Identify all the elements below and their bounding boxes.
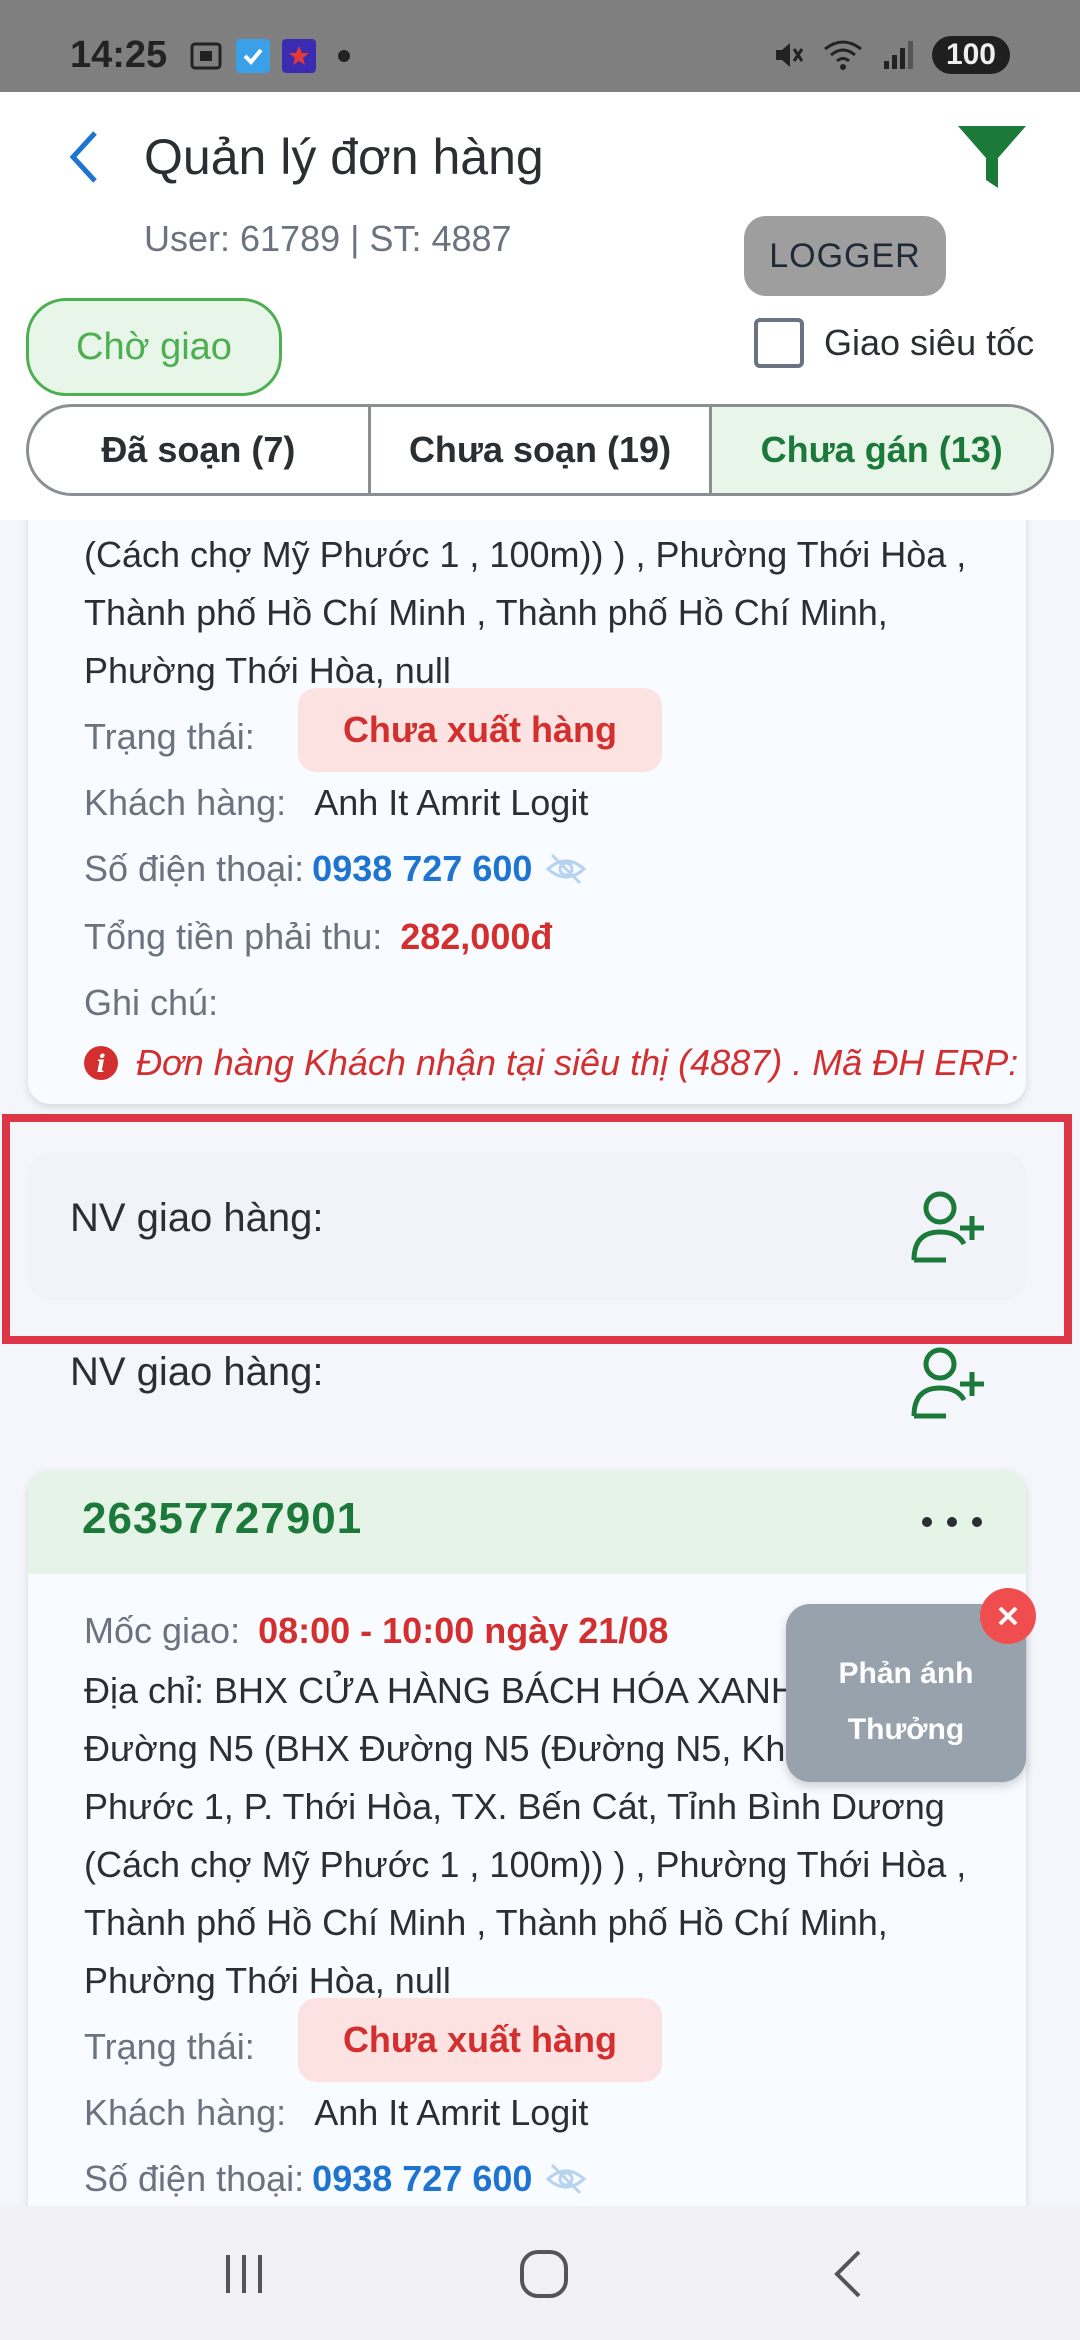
status-badge: Chưa xuất hàng — [298, 688, 662, 772]
page-title: Quản lý đơn hàng — [144, 129, 544, 185]
chevron-left-icon — [69, 131, 97, 183]
customer-row: Khách hàng: Anh It Amrit Logit — [84, 782, 588, 824]
home-icon — [520, 2250, 568, 2298]
reward-line: Thưởng — [847, 1713, 965, 1746]
customer-name: Anh It Amrit Logit — [314, 2092, 589, 2133]
status-label: Trạng thái: — [84, 2026, 255, 2067]
check-app-icon — [236, 39, 270, 73]
mute-icon — [775, 43, 804, 67]
address-line: Đường N5 (BHX Đường N5 (Đường N5, Kh — [84, 1728, 786, 1769]
status-badge: Chưa xuất hàng — [298, 1998, 662, 2082]
order-card[interactable]: 26357727901 Mốc giao: 08:00 - 10:00 ngày… — [28, 1470, 1026, 2206]
filter-button[interactable] — [952, 116, 1032, 196]
phone-label: Số điện thoại: — [84, 2158, 305, 2199]
note-label: Ghi chú: — [84, 982, 219, 1023]
phone-label: Số điện thoại: — [84, 848, 305, 889]
status-time: 14:25 — [70, 34, 168, 76]
assign-staff-row: NV giao hàng: — [28, 1320, 1026, 1440]
home-button[interactable] — [494, 2242, 594, 2306]
status-label: Trạng thái: — [84, 716, 255, 757]
express-delivery-toggle[interactable]: Giao siêu tốc — [754, 318, 1034, 368]
add-staff-button[interactable] — [906, 1342, 996, 1422]
app-header: Quản lý đơn hàng User: 61789 | ST: 4887 … — [0, 92, 1080, 532]
note-text: Đơn hàng Khách nhận tại siêu thị (4887) … — [136, 1042, 1019, 1083]
order-header: 26357727901 — [28, 1470, 1026, 1574]
total-amount: 282,000đ — [400, 916, 553, 957]
recent-apps-icon — [226, 2255, 262, 2293]
delivery-staff-label: NV giao hàng: — [70, 1350, 324, 1394]
delivery-staff-label: NV giao hàng: — [70, 1196, 324, 1240]
eye-off-icon[interactable] — [544, 851, 588, 887]
back-icon — [834, 2250, 861, 2298]
express-delivery-checkbox[interactable] — [754, 318, 804, 368]
add-user-icon — [911, 1191, 984, 1263]
notification-icons — [188, 38, 350, 74]
address-line: Phước 1, P. Thới Hòa, TX. Bến Cát, Tỉnh … — [84, 1786, 945, 1827]
order-id[interactable]: 26357727901 — [82, 1494, 362, 1544]
add-staff-button[interactable] — [906, 1186, 996, 1266]
address-line: Thành phố Hồ Chí Minh , Thành phố Hồ Chí… — [84, 1902, 888, 1943]
wifi-icon — [824, 40, 862, 70]
phone-row: Số điện thoại: 0938 727 600 — [84, 848, 588, 890]
info-icon: i — [84, 1046, 118, 1080]
back-button[interactable] — [58, 122, 108, 192]
battery-indicator: 100 — [931, 36, 1010, 74]
feedback-line: Phản ánh — [838, 1657, 974, 1690]
add-user-icon — [911, 1347, 984, 1419]
feedback-reward-label: Phản ánh Thưởng — [786, 1646, 1026, 1758]
total-label: Tổng tiền phải thu: — [84, 916, 383, 957]
deadline-label: Mốc giao: — [84, 1610, 241, 1651]
more-notifications-icon — [338, 50, 350, 62]
address-line: Phường Thới Hòa, null — [84, 1960, 451, 2001]
address-line: (Cách chợ Mỹ Phước 1 , 100m)) ) , Phường… — [84, 1844, 967, 1885]
address-line: Thành phố Hồ Chí Minh , Thành phố Hồ Chí… — [84, 592, 888, 633]
assign-staff-row: NV giao hàng: — [28, 1152, 1026, 1300]
customer-row: Khách hàng: Anh It Amrit Logit — [84, 2092, 588, 2134]
pending-delivery-chip[interactable]: Chờ giao — [26, 298, 282, 396]
tab-prepared[interactable]: Đã soạn (7) — [29, 407, 371, 493]
order-list[interactable]: (Cách chợ Mỹ Phước 1 , 100m)) ) , Phường… — [0, 520, 1080, 2206]
phone-row: Số điện thoại: 0938 727 600 — [84, 2158, 588, 2200]
customer-label: Khách hàng: — [84, 2092, 287, 2133]
note-row: i Đơn hàng Khách nhận tại siêu thị (4887… — [84, 1042, 1018, 1084]
phone-number[interactable]: 0938 727 600 — [312, 848, 532, 890]
address-line: (Cách chợ Mỹ Phước 1 , 100m)) ) , Phường… — [84, 534, 967, 575]
system-back-button[interactable] — [798, 2242, 898, 2306]
status-bar: 14:25 100 — [0, 0, 1080, 92]
close-icon — [998, 1606, 1018, 1626]
express-delivery-label: Giao siêu tốc — [824, 322, 1035, 363]
customer-label: Khách hàng: — [84, 782, 287, 823]
system-nav-bar — [0, 2206, 1080, 2340]
close-widget-button[interactable] — [980, 1588, 1036, 1644]
order-card[interactable]: (Cách chợ Mỹ Phước 1 , 100m)) ) , Phường… — [28, 520, 1026, 1104]
star-app-icon — [282, 39, 316, 73]
user-store-info: User: 61789 | ST: 4887 — [144, 218, 512, 259]
address-line: Địa chỉ: BHX CỬA HÀNG BÁCH HÓA XANH — [84, 1670, 797, 1711]
logger-button[interactable]: LOGGER — [744, 216, 946, 296]
tab-not-prepared[interactable]: Chưa soạn (19) — [371, 407, 713, 493]
eye-off-icon[interactable] — [544, 2161, 588, 2197]
order-tabs: Đã soạn (7) Chưa soạn (19) Chưa gán (13) — [26, 404, 1054, 496]
address-line: Phường Thới Hòa, null — [84, 650, 451, 691]
recent-apps-button[interactable] — [194, 2242, 294, 2306]
phone-number[interactable]: 0938 727 600 — [312, 2158, 532, 2200]
more-options-button[interactable] — [922, 1494, 982, 1550]
screenshot-icon — [190, 42, 222, 70]
signal-icon — [883, 41, 913, 69]
total-row: Tổng tiền phải thu: 282,000đ — [84, 916, 552, 958]
customer-name: Anh It Amrit Logit — [314, 782, 589, 823]
system-icons: 100 — [770, 36, 1010, 74]
filter-icon — [958, 126, 1026, 188]
deadline-value: 08:00 - 10:00 ngày 21/08 — [258, 1610, 669, 1651]
tab-unassigned[interactable]: Chưa gán (13) — [712, 407, 1051, 493]
deadline-row: Mốc giao: 08:00 - 10:00 ngày 21/08 — [84, 1610, 668, 1652]
